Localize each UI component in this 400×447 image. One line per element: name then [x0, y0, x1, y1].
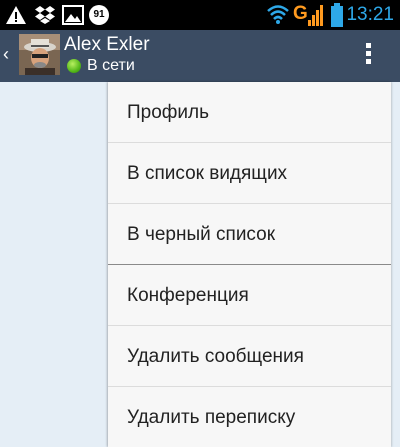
menu-item-delete-conversation[interactable]: Удалить переписку: [108, 387, 391, 447]
chat-header: ‹ Alex Exler В сети: [0, 30, 400, 82]
status-bar: 91 G 13:21: [0, 0, 400, 30]
wifi-icon: [267, 5, 289, 24]
image-icon: [62, 5, 84, 25]
overflow-menu-icon[interactable]: [356, 40, 380, 70]
contact-name: Alex Exler: [64, 34, 150, 55]
battery-icon: [331, 3, 343, 27]
menu-item-profile[interactable]: Профиль: [108, 82, 391, 143]
avatar[interactable]: [19, 34, 60, 75]
clock: 13:21: [346, 4, 394, 25]
warning-icon: [6, 6, 26, 24]
notification-count-badge: 91: [89, 5, 109, 25]
menu-item-add-to-visible-list[interactable]: В список видящих: [108, 143, 391, 204]
dropbox-icon: [35, 6, 55, 24]
menu-item-conference[interactable]: Конференция: [108, 265, 391, 326]
overflow-menu: Профиль В список видящих В черный список…: [108, 82, 391, 447]
chevron-left-icon[interactable]: ‹: [3, 44, 9, 65]
presence-online-icon: [67, 59, 81, 73]
presence-status: В сети: [87, 57, 135, 74]
screen: 91 G 13:21 ‹ Alex Exler В сети Профиль В…: [0, 0, 400, 447]
network-type: G: [293, 3, 308, 24]
signal-icon: [308, 5, 323, 26]
menu-item-add-to-blacklist[interactable]: В черный список: [108, 204, 391, 265]
menu-item-delete-messages[interactable]: Удалить сообщения: [108, 326, 391, 387]
